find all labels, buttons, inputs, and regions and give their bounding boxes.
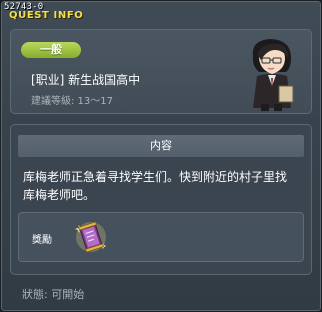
reward-box: 獎勵 [18,212,304,262]
quest-description: 库梅老师正急着寻找学生们。快到附近的村子里找 库梅老师吧。 [23,168,305,204]
window-title: QUEST INFO [9,10,84,21]
reward-label: 獎勵 [32,235,52,246]
required-level: 建議等級: 13～17 [31,96,113,107]
quest-header-panel: 一般 [职业] 新生战国高中 建議等級: 13～17 [10,29,312,114]
description-line: 库梅老师吧。 [23,188,96,202]
description-line: 库梅老师正急着寻找学生们。快到附近的村子里找 [23,170,288,184]
quest-content-panel: 内容 库梅老师正急着寻找学生们。快到附近的村子里找 库梅老师吧。 獎勵 [10,124,312,275]
quest-info-window: 52743-0 QUEST INFO 一般 [职业] 新生战国高中 建議等級: … [0,0,322,312]
quest-status: 狀態: 可開始 [22,288,85,301]
content-header: 内容 [18,135,304,157]
npc-portrait-icon [252,39,294,111]
quest-name: [职业] 新生战国高中 [31,73,141,87]
category-badge: 一般 [21,42,81,58]
scroll-item-icon[interactable] [73,219,109,255]
